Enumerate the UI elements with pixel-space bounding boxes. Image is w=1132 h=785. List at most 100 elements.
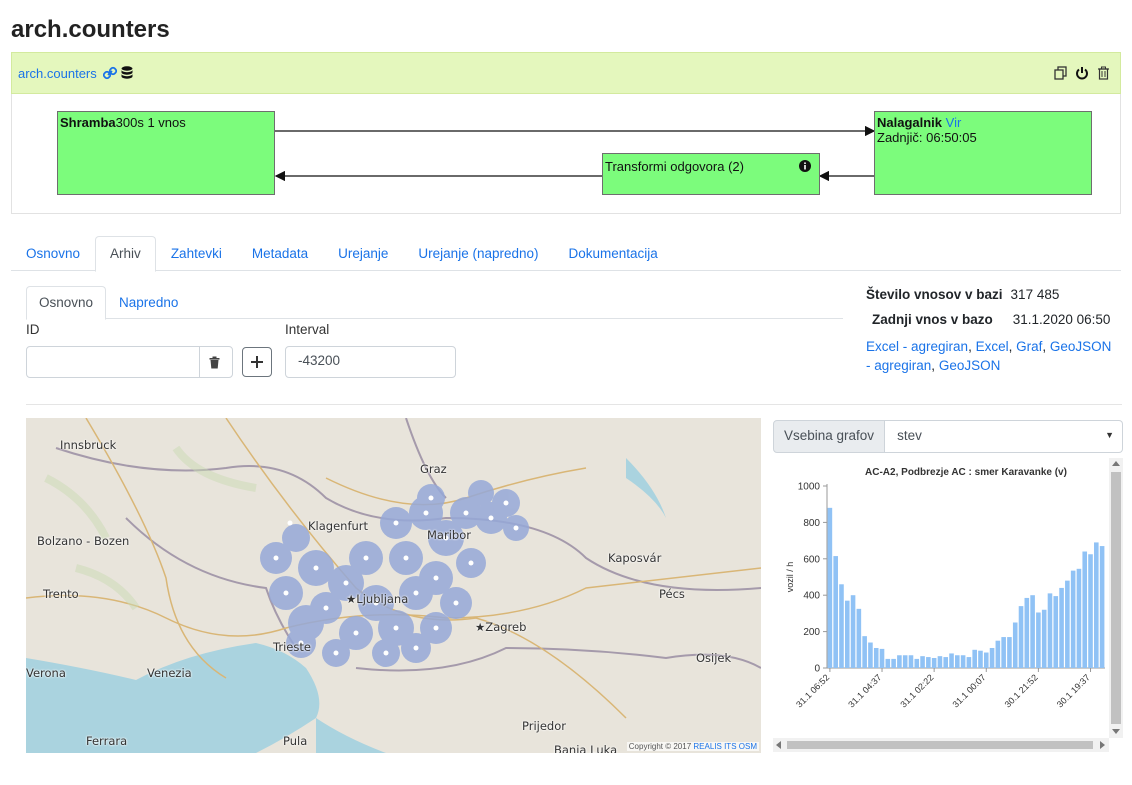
counter-markers[interactable] bbox=[26, 418, 761, 753]
bar bbox=[897, 655, 902, 668]
info-icon[interactable] bbox=[799, 160, 811, 172]
bar bbox=[949, 653, 954, 668]
scroll-up-icon[interactable] bbox=[1112, 461, 1120, 467]
map-copyright-prefix: Copyright © 2017 bbox=[628, 742, 692, 751]
transform-node[interactable]: Transformi odgovora (2) bbox=[602, 153, 820, 195]
x-tick-label: 30.1 21:52 bbox=[1003, 672, 1040, 709]
trash-icon[interactable] bbox=[1097, 66, 1110, 80]
y-axis-label: vozil / h bbox=[785, 562, 795, 593]
export-excel-aggregated-link[interactable]: Excel - agregiran bbox=[866, 339, 968, 354]
transform-node-title: Transformi odgovora (2) bbox=[605, 159, 744, 174]
y-tick-label: 800 bbox=[803, 518, 820, 529]
bar bbox=[856, 608, 862, 668]
scroll-right-icon[interactable] bbox=[1100, 741, 1106, 749]
y-tick-label: 400 bbox=[803, 591, 820, 602]
export-graph-link[interactable]: Graf bbox=[1016, 339, 1042, 354]
bar bbox=[1099, 546, 1105, 668]
map-label: Maribor bbox=[427, 528, 471, 542]
bar-chart: AC-A2, Podbrezje AC : smer Karavanke (v)… bbox=[785, 467, 1105, 709]
export-geojson-link[interactable]: GeoJSON bbox=[939, 358, 1001, 373]
last-entry-label: Zadnji vnos v bazo bbox=[872, 312, 993, 327]
chart-content-select[interactable]: stev ▼ bbox=[885, 420, 1123, 453]
scroll-thumb[interactable] bbox=[787, 741, 1093, 749]
bar bbox=[920, 656, 925, 668]
bar bbox=[1024, 597, 1030, 668]
bar bbox=[1030, 595, 1035, 668]
bar bbox=[1018, 606, 1024, 668]
chart-vertical-scrollbar[interactable] bbox=[1109, 458, 1123, 738]
tab-urejanje-napredno[interactable]: Urejanje (napredno) bbox=[403, 236, 553, 271]
export-excel-link[interactable]: Excel bbox=[976, 339, 1009, 354]
link-icon[interactable] bbox=[102, 66, 117, 80]
bar bbox=[1088, 554, 1093, 668]
service-breadcrumb-link[interactable]: arch.counters bbox=[18, 66, 97, 81]
copy-icon[interactable] bbox=[1054, 66, 1067, 80]
bar bbox=[879, 648, 885, 668]
bar bbox=[1001, 637, 1006, 668]
interval-input[interactable]: -43200 bbox=[285, 346, 456, 378]
tab-metadata[interactable]: Metadata bbox=[237, 236, 323, 271]
add-id-button[interactable] bbox=[242, 347, 272, 377]
tab-urejanje[interactable]: Urejanje bbox=[323, 236, 403, 271]
x-tick-label: 31.1 02:22 bbox=[898, 672, 935, 709]
subtab-napredno[interactable]: Napredno bbox=[106, 286, 191, 319]
counters-map[interactable]: Innsbruck Graz Klagenfurt Maribor Bolzan… bbox=[26, 418, 761, 753]
copyright-realis-link[interactable]: REALIS bbox=[693, 742, 721, 751]
bar bbox=[1065, 580, 1070, 668]
archive-stats: Število vnosov v bazi 317 485 Zadnji vnos… bbox=[866, 287, 1116, 375]
bar bbox=[960, 655, 966, 668]
bar bbox=[868, 642, 873, 668]
map-label: Venezia bbox=[147, 666, 192, 680]
bar bbox=[891, 658, 896, 668]
chart-title: AC-A2, Podbrezje AC : smer Karavanke (v) bbox=[865, 467, 1067, 478]
entry-count-value: 317 485 bbox=[1010, 287, 1060, 302]
tab-dokumentacija[interactable]: Dokumentacija bbox=[554, 236, 673, 271]
bar bbox=[983, 652, 989, 668]
bar bbox=[1070, 570, 1076, 668]
clear-id-button[interactable] bbox=[199, 347, 229, 377]
storage-node-detail: 300s 1 vnos bbox=[115, 115, 186, 130]
scroll-thumb[interactable] bbox=[1111, 472, 1121, 724]
bar bbox=[1076, 568, 1082, 668]
bar bbox=[1082, 551, 1088, 668]
bar bbox=[955, 655, 960, 668]
copyright-its-link[interactable]: ITS bbox=[724, 742, 736, 751]
loader-node[interactable]: Nalagalnik Vir Zadnjič: 06:50:05 bbox=[874, 111, 1092, 195]
tab-arhiv[interactable]: Arhiv bbox=[95, 236, 156, 272]
scroll-down-icon[interactable] bbox=[1112, 729, 1120, 735]
flow-diagram: Shramba300s 1 vnos Transformi odgovora (… bbox=[11, 94, 1121, 214]
power-icon[interactable] bbox=[1075, 66, 1089, 80]
copyright-osm-link[interactable]: OSM bbox=[739, 742, 757, 751]
map-label: Osijek bbox=[696, 651, 732, 665]
map-label: Prijedor bbox=[522, 719, 566, 733]
x-tick-label: 31.1 00:07 bbox=[951, 672, 988, 709]
database-icon[interactable] bbox=[121, 66, 133, 80]
map-label: Kaposvár bbox=[608, 551, 662, 565]
storage-node[interactable]: Shramba300s 1 vnos bbox=[57, 111, 275, 195]
bar bbox=[873, 647, 879, 668]
bar bbox=[1047, 593, 1053, 668]
loader-last-run: Zadnjič: 06:50:05 bbox=[877, 130, 977, 145]
y-tick-label: 600 bbox=[803, 554, 820, 565]
tab-zahtevki[interactable]: Zahtevki bbox=[156, 236, 237, 271]
service-header-bar: arch.counters bbox=[11, 52, 1121, 94]
loader-source-link[interactable]: Vir bbox=[946, 115, 962, 130]
scroll-left-icon[interactable] bbox=[776, 741, 782, 749]
bar bbox=[1012, 622, 1018, 668]
bar bbox=[995, 640, 1001, 668]
chart-content-selected: stev bbox=[897, 428, 922, 443]
x-tick-label: 31.1 04:37 bbox=[846, 672, 883, 709]
export-links: Excel - agregiran, Excel, Graf, GeoJSON … bbox=[866, 339, 1112, 373]
tab-osnovno[interactable]: Osnovno bbox=[11, 236, 95, 271]
bar bbox=[1059, 587, 1064, 668]
bar bbox=[1036, 612, 1041, 668]
chevron-down-icon: ▼ bbox=[1105, 430, 1114, 440]
y-tick-label: 200 bbox=[803, 627, 820, 638]
map-label: Pula bbox=[283, 734, 308, 748]
subtab-osnovno[interactable]: Osnovno bbox=[26, 286, 107, 320]
x-tick-label: 30.1 19:37 bbox=[1055, 672, 1092, 709]
page-title: arch.counters bbox=[11, 16, 170, 43]
bar bbox=[943, 657, 949, 668]
chart-horizontal-scrollbar[interactable] bbox=[773, 738, 1109, 752]
bar bbox=[989, 647, 995, 668]
